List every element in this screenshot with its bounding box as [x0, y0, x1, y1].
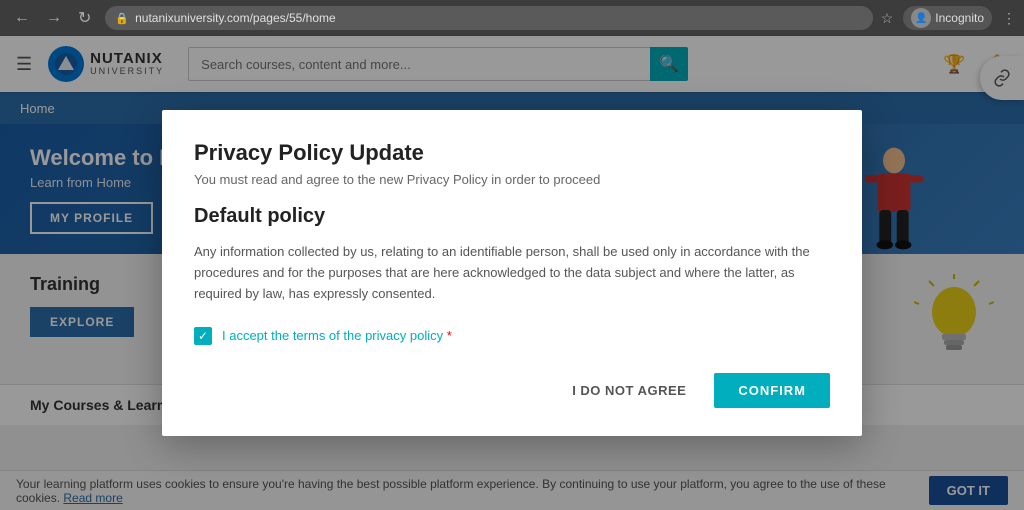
- lock-icon: 🔒: [115, 12, 129, 25]
- reload-button[interactable]: ↻: [72, 6, 97, 30]
- forward-button[interactable]: →: [40, 7, 68, 29]
- modal-title: Privacy Policy Update: [194, 140, 830, 166]
- url-text: nutanixuniversity.com/pages/55/home: [135, 11, 336, 25]
- incognito-avatar: 👤: [911, 8, 931, 28]
- checkbox-row: ✓ I accept the terms of the privacy poli…: [194, 327, 830, 345]
- modal-policy-title: Default policy: [194, 205, 830, 228]
- nav-buttons: ← → ↻: [8, 6, 97, 30]
- do-not-agree-button[interactable]: I DO NOT AGREE: [556, 375, 702, 406]
- privacy-policy-modal: Privacy Policy Update You must read and …: [162, 110, 862, 435]
- accept-checkbox[interactable]: ✓: [194, 327, 212, 345]
- browser-right: ☆ 👤 Incognito ⋮: [881, 6, 1016, 30]
- confirm-button[interactable]: CONFIRM: [714, 373, 830, 408]
- address-bar[interactable]: 🔒 nutanixuniversity.com/pages/55/home: [105, 6, 872, 30]
- browser-menu-icon[interactable]: ⋮: [1002, 10, 1016, 27]
- modal-policy-text: Any information collected by us, relatin…: [194, 242, 830, 304]
- incognito-label: Incognito: [935, 11, 984, 25]
- browser-chrome: ← → ↻ 🔒 nutanixuniversity.com/pages/55/h…: [0, 0, 1024, 36]
- required-marker: *: [447, 328, 452, 343]
- incognito-area: 👤 Incognito: [903, 6, 992, 30]
- back-button[interactable]: ←: [8, 7, 36, 29]
- modal-overlay: Privacy Policy Update You must read and …: [0, 36, 1024, 510]
- bookmark-icon[interactable]: ☆: [881, 10, 894, 27]
- modal-subtitle: You must read and agree to the new Priva…: [194, 172, 830, 187]
- modal-actions: I DO NOT AGREE CONFIRM: [194, 373, 830, 408]
- checkbox-label: I accept the terms of the privacy policy…: [222, 328, 452, 343]
